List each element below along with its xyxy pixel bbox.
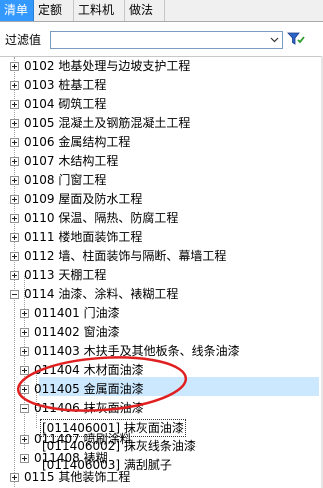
tree-node[interactable]: 0106 金属结构工程	[0, 133, 323, 152]
tree-node[interactable]: 011402 窗油漆	[0, 323, 323, 342]
tree-node[interactable]: 0112 墙、柱面装饰与隔断、幕墙工程	[0, 247, 323, 266]
tree-node-label: 011402 窗油漆	[34, 325, 120, 339]
tree-node-label: 0110 保温、隔热、防腐工程	[24, 211, 179, 225]
tree-node-label: 0107 木结构工程	[24, 154, 119, 168]
tree-node[interactable]: 0102 地基处理与边坡支护工程	[0, 57, 323, 76]
tree-node[interactable]: 0103 桩基工程	[0, 76, 323, 95]
expand-plus-icon[interactable]	[20, 385, 29, 394]
tree-node-label: 011406 抹灰面油漆	[34, 401, 144, 415]
collapse-minus-icon[interactable]	[10, 290, 19, 299]
expand-plus-icon[interactable]	[10, 62, 19, 71]
tree-node-label: 0102 地基处理与边坡支护工程	[24, 59, 191, 73]
tree-node[interactable]: 0105 混凝土及钢筋混凝土工程	[0, 114, 323, 133]
tree-node[interactable]: 0108 门窗工程	[0, 171, 323, 190]
expand-plus-icon[interactable]	[10, 119, 19, 128]
filter-row: 过滤值	[0, 22, 323, 56]
tree-node-label: 011408 裱糊	[34, 451, 108, 465]
filter-label: 过滤值	[5, 33, 42, 47]
tree-node[interactable]: 0104 砌筑工程	[0, 95, 323, 114]
tree-node[interactable]: 011407 喷刷涂料	[0, 430, 323, 449]
tree-node-label: 0106 金属结构工程	[24, 135, 131, 149]
expand-plus-icon[interactable]	[20, 347, 29, 356]
tree-node[interactable]: 0110 保温、隔热、防腐工程	[0, 209, 323, 228]
tab-method[interactable]: 做法	[125, 0, 165, 21]
tree-node-label: 0105 混凝土及钢筋混凝土工程	[24, 116, 191, 130]
expand-plus-icon[interactable]	[10, 138, 19, 147]
expand-plus-icon[interactable]	[10, 176, 19, 185]
tree-node-label: 0104 砌筑工程	[24, 97, 107, 111]
expand-plus-icon[interactable]	[10, 252, 19, 261]
expand-plus-icon[interactable]	[20, 435, 29, 444]
expand-plus-icon[interactable]	[10, 195, 19, 204]
tree-node-label: 0113 天棚工程	[24, 268, 107, 282]
tree-node[interactable]: 011406 抹灰面油漆	[0, 399, 323, 418]
tree-node-label: 011407 喷刷涂料	[34, 432, 132, 446]
expand-plus-icon[interactable]	[10, 271, 19, 280]
tree-node-label: 011404 木材面油漆	[34, 363, 144, 377]
expand-plus-icon[interactable]	[10, 233, 19, 242]
tree-node[interactable]: 011408 裱糊	[0, 449, 323, 468]
expand-plus-icon[interactable]	[20, 454, 29, 463]
tab-bar: 清单 定额 工料机 做法	[0, 0, 323, 22]
tree-node[interactable]: 011401 门油漆	[0, 304, 323, 323]
expand-plus-icon[interactable]	[20, 366, 29, 375]
tree-node[interactable]: 011404 木材面油漆	[0, 361, 323, 380]
tree-node-label: 0109 屋面及防水工程	[24, 192, 143, 206]
tree-node[interactable]: 0115 其他装饰工程	[0, 468, 323, 487]
expand-plus-icon[interactable]	[20, 309, 29, 318]
tree-node-label: 0115 其他装饰工程	[24, 470, 131, 484]
tree-node[interactable]: 0113 天棚工程	[0, 266, 323, 285]
tree-node-label: 0111 楼地面装饰工程	[24, 230, 143, 244]
expand-plus-icon[interactable]	[10, 81, 19, 90]
tab-labor-material-machine[interactable]: 工料机	[74, 0, 125, 21]
collapse-minus-icon[interactable]	[20, 404, 29, 413]
expand-plus-icon[interactable]	[10, 100, 19, 109]
tree-node[interactable]: 011403 木扶手及其他板条、线条油漆	[0, 342, 323, 361]
expand-plus-icon[interactable]	[20, 328, 29, 337]
filter-combobox[interactable]	[50, 31, 283, 49]
tab-bill-list[interactable]: 清单	[0, 0, 34, 21]
tree-node-label: 0103 桩基工程	[24, 78, 107, 92]
tree-node[interactable]: 011405 金属面油漆	[0, 380, 323, 399]
expand-plus-icon[interactable]	[10, 473, 19, 482]
expand-plus-icon[interactable]	[10, 214, 19, 223]
tree-node-label: 011405 金属面油漆	[34, 382, 144, 396]
tree-node[interactable]: 0111 楼地面装饰工程	[0, 228, 323, 247]
tree-node-label: 011403 木扶手及其他板条、线条油漆	[34, 344, 240, 358]
filter-funnel-icon[interactable]	[287, 30, 305, 48]
tab-quota[interactable]: 定额	[34, 0, 74, 21]
tree-node-label: 0108 门窗工程	[24, 173, 107, 187]
tree-node[interactable]: 0109 屋面及防水工程	[0, 190, 323, 209]
chevron-down-icon[interactable]	[267, 33, 281, 47]
tree-node-label: 0114 油漆、涂料、裱糊工程	[24, 287, 179, 301]
expand-plus-icon[interactable]	[10, 157, 19, 166]
bill-item-tree: 0102 地基处理与边坡支护工程 0103 桩基工程 0104 砌筑工程 010…	[0, 56, 323, 488]
tree-node[interactable]: 0107 木结构工程	[0, 152, 323, 171]
tree-node[interactable]: 0114 油漆、涂料、裱糊工程	[0, 285, 323, 304]
quota-library-panel: 清单 定额 工料机 做法 过滤值 0102 地基处理与边坡支护工程 0103 桩…	[0, 0, 323, 488]
filter-input[interactable]	[52, 33, 270, 47]
tree-node-label: 011401 门油漆	[34, 306, 120, 320]
tree-node-label: 0112 墙、柱面装饰与隔断、幕墙工程	[24, 249, 227, 263]
